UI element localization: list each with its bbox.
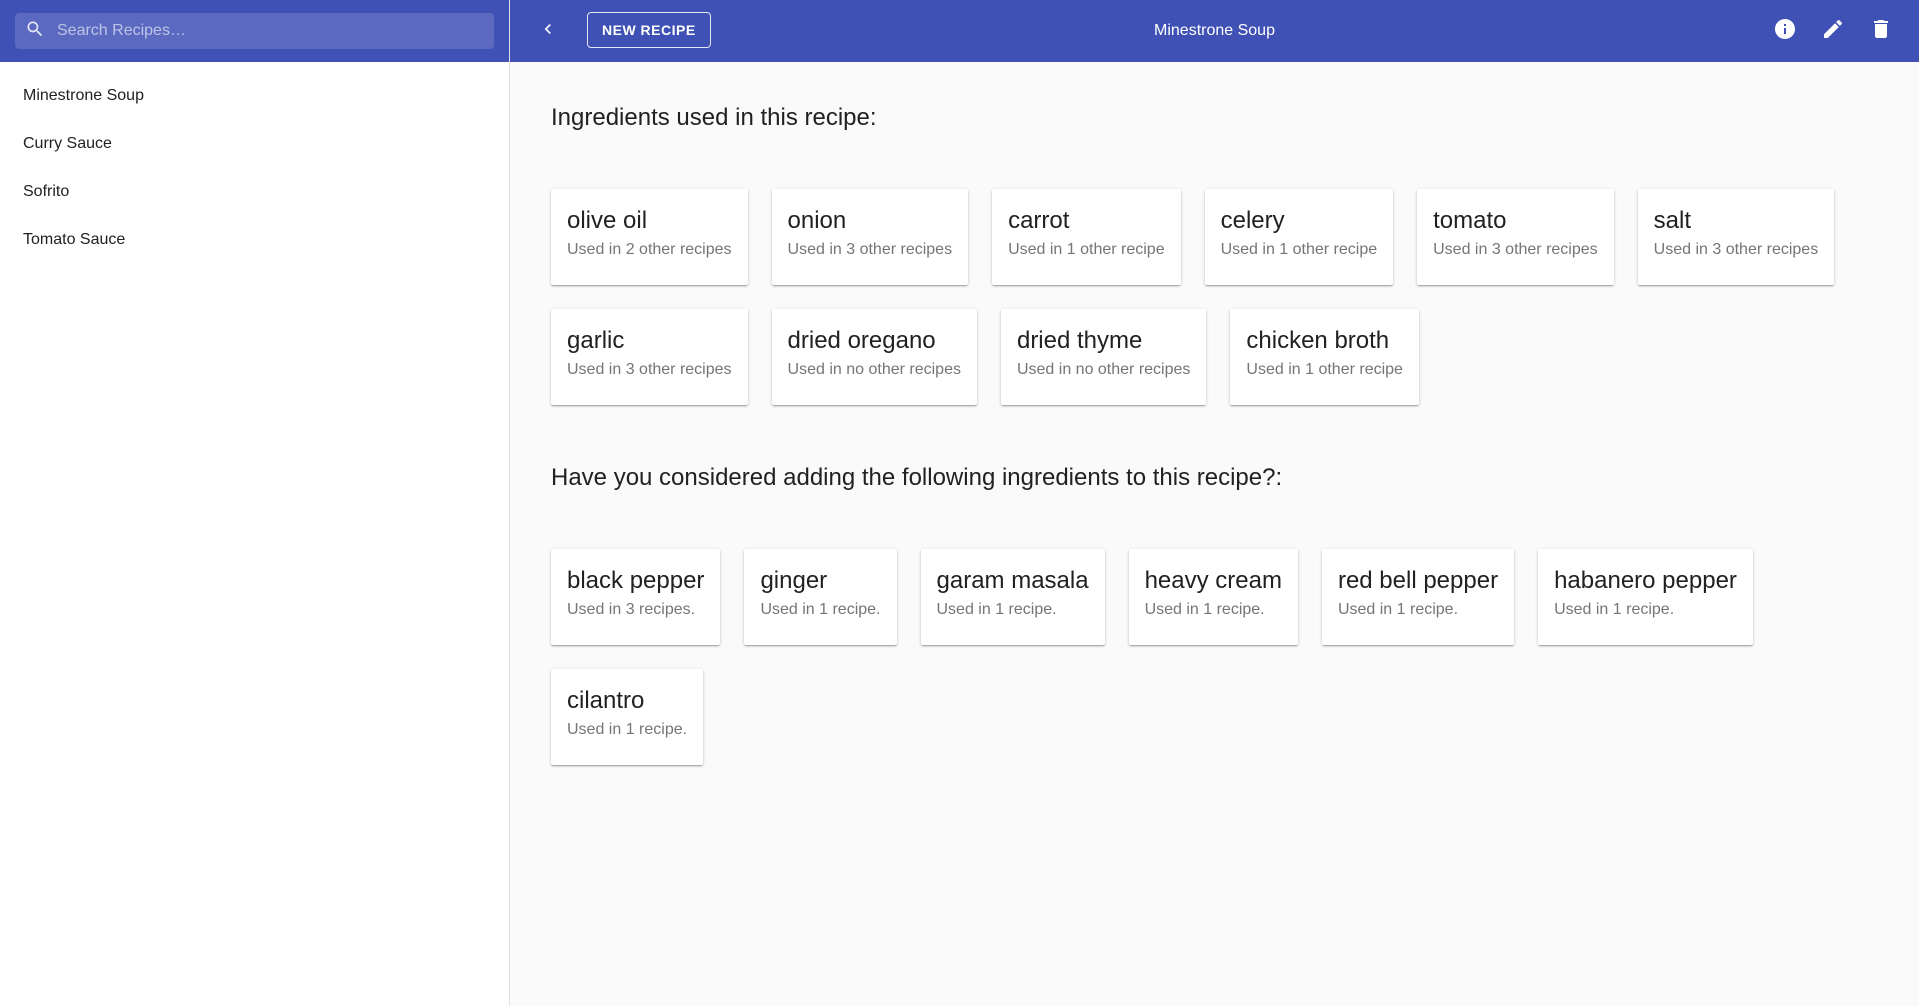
ingredient-usage: Used in 1 recipe.	[760, 601, 881, 618]
suggestion-card[interactable]: habanero pepper Used in 1 recipe.	[1538, 549, 1753, 645]
search-box[interactable]	[15, 13, 494, 49]
ingredient-usage: Used in 1 recipe.	[936, 601, 1057, 618]
sidebar: Minestrone Soup Curry Sauce Sofrito Toma…	[0, 0, 510, 1006]
sidebar-item-tomato-sauce[interactable]: Tomato Sauce	[0, 216, 509, 264]
ingredient-usage: Used in 3 other recipes	[787, 241, 953, 258]
suggestion-card[interactable]: garam masala Used in 1 recipe.	[920, 549, 1105, 645]
used-ingredients-heading: Ingredients used in this recipe:	[551, 104, 877, 131]
ingredient-name: garam masala	[936, 567, 1089, 594]
ingredient-card[interactable]: celery Used in 1 other recipe	[1204, 189, 1394, 285]
ingredient-card[interactable]: dried thyme Used in no other recipes	[1000, 309, 1207, 405]
ingredient-usage: Used in 1 recipe.	[1554, 601, 1675, 618]
ingredient-usage: Used in 3 other recipes	[1653, 241, 1819, 258]
ingredient-card[interactable]: chicken broth Used in 1 other recipe	[1230, 309, 1419, 405]
info-button[interactable]	[1767, 13, 1803, 49]
ingredient-usage: Used in 1 recipe.	[567, 721, 688, 738]
edit-button[interactable]	[1815, 13, 1851, 49]
ingredient-usage: Used in 1 other recipe	[1220, 241, 1378, 258]
ingredient-name: salt	[1653, 207, 1692, 234]
sidebar-item-minestrone-soup[interactable]: Minestrone Soup	[0, 72, 509, 120]
ingredient-card[interactable]: onion Used in 3 other recipes	[771, 189, 969, 285]
ingredient-usage: Used in no other recipes	[787, 361, 961, 378]
ingredient-usage: Used in 1 recipe.	[1144, 601, 1265, 618]
suggestion-card[interactable]: ginger Used in 1 recipe.	[744, 549, 897, 645]
suggestion-card[interactable]: red bell pepper Used in 1 recipe.	[1321, 549, 1515, 645]
ingredient-name: ginger	[760, 567, 828, 594]
suggestion-card[interactable]: black pepper Used in 3 recipes.	[551, 549, 721, 645]
new-recipe-button[interactable]: NEW RECIPE	[587, 12, 711, 48]
back-button[interactable]	[530, 13, 566, 49]
ingredient-name: cilantro	[567, 687, 645, 714]
ingredient-usage: Used in 3 other recipes	[567, 361, 732, 378]
delete-button[interactable]	[1863, 13, 1899, 49]
ingredient-name: carrot	[1008, 207, 1070, 234]
ingredient-name: heavy cream	[1144, 567, 1282, 594]
ingredient-name: olive oil	[567, 207, 648, 234]
sidebar-header	[0, 0, 509, 62]
ingredient-card[interactable]: olive oil Used in 2 other recipes	[551, 189, 748, 285]
ingredient-usage: Used in 3 other recipes	[1433, 241, 1598, 258]
ingredient-usage: Used in no other recipes	[1016, 361, 1191, 378]
suggestion-card[interactable]: heavy cream Used in 1 recipe.	[1128, 549, 1298, 645]
ingredient-usage: Used in 1 recipe.	[1337, 601, 1459, 618]
toolbar-actions	[1767, 13, 1899, 49]
ingredient-name: celery	[1220, 207, 1285, 234]
ingredient-name: tomato	[1433, 207, 1507, 234]
ingredient-usage: Used in 2 other recipes	[567, 241, 732, 258]
sidebar-item-sofrito[interactable]: Sofrito	[0, 168, 509, 216]
suggested-ingredients-heading: Have you considered adding the following…	[551, 464, 1283, 491]
ingredient-name: red bell pepper	[1337, 567, 1499, 594]
ingredient-usage: Used in 1 other recipe	[1246, 361, 1403, 378]
search-icon	[25, 19, 45, 44]
used-ingredients-grid: olive oil Used in 2 other recipes onion Us…	[551, 189, 1851, 405]
top-app-bar: NEW RECIPE Minestrone Soup	[510, 0, 1919, 62]
ingredient-name: onion	[787, 207, 847, 234]
ingredient-name: chicken broth	[1246, 327, 1390, 354]
edit-icon	[1821, 17, 1845, 46]
chevron-left-icon	[538, 19, 558, 44]
sidebar-item-curry-sauce[interactable]: Curry Sauce	[0, 120, 509, 168]
ingredient-usage: Used in 3 recipes.	[567, 601, 696, 618]
ingredient-card[interactable]: carrot Used in 1 other recipe	[992, 189, 1181, 285]
suggestion-card[interactable]: cilantro Used in 1 recipe.	[551, 669, 704, 765]
recipe-detail: Ingredients used in this recipe: olive o…	[551, 62, 1891, 1006]
ingredient-card[interactable]: tomato Used in 3 other recipes	[1417, 189, 1614, 285]
suggested-ingredients-grid: black pepper Used in 3 recipes. ginger Use…	[551, 549, 1851, 765]
recipe-list: Minestrone Soup Curry Sauce Sofrito Toma…	[0, 62, 509, 264]
ingredient-usage: Used in 1 other recipe	[1008, 241, 1165, 258]
app: Minestrone Soup Curry Sauce Sofrito Toma…	[0, 0, 1919, 1006]
ingredient-name: black pepper	[567, 567, 705, 594]
ingredient-name: garlic	[567, 327, 625, 354]
info-icon	[1773, 17, 1797, 46]
ingredient-card[interactable]: garlic Used in 3 other recipes	[551, 309, 748, 405]
ingredient-card[interactable]: salt Used in 3 other recipes	[1637, 189, 1835, 285]
search-input[interactable]	[57, 22, 484, 40]
ingredient-name: dried oregano	[787, 327, 936, 354]
delete-icon	[1869, 17, 1893, 46]
ingredient-card[interactable]: dried oregano Used in no other recipes	[771, 309, 977, 405]
ingredient-name: habanero pepper	[1554, 567, 1737, 594]
ingredient-name: dried thyme	[1016, 327, 1143, 354]
page-title: Minestrone Soup	[1154, 22, 1275, 39]
